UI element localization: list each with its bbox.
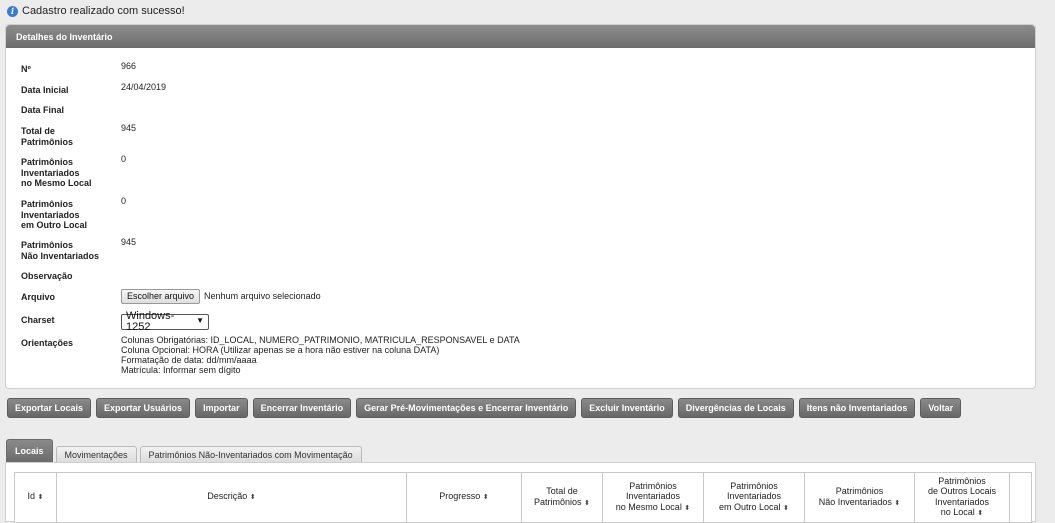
- action-toolbar: Exportar Locais Exportar Usuários Import…: [7, 398, 962, 418]
- column-header-id[interactable]: Id ⬍: [14, 472, 57, 523]
- panel-title: Detalhes do Inventário: [6, 25, 1035, 48]
- excluir-inventario-button[interactable]: Excluir Inventário: [581, 398, 673, 418]
- itens-nao-inventariados-button[interactable]: Itens não Inventariados: [798, 398, 916, 418]
- numero-label: Nº: [21, 64, 31, 74]
- sort-icon: ⬍: [684, 504, 691, 512]
- tab-movimentacoes[interactable]: Movimentações: [55, 446, 137, 462]
- sort-icon: ⬍: [894, 499, 901, 507]
- orientacoes-label: Orientações: [21, 338, 74, 348]
- orientacoes-line: Colunas Obrigatórias: ID_LOCAL, NUMERO_P…: [121, 335, 520, 345]
- column-header-mesmo-local[interactable]: Patrimônios Inventariados no Mesmo Local…: [602, 472, 704, 523]
- nao-inventariados-value: 945: [121, 237, 137, 247]
- mesmo-local-label: Patrimônios Inventariados no Mesmo Local: [21, 157, 92, 188]
- sort-icon: ⬍: [584, 499, 590, 507]
- choose-file-button[interactable]: Escolher arquivo: [121, 289, 201, 304]
- encerrar-inventario-button[interactable]: Encerrar Inventário: [252, 398, 352, 418]
- charset-field: Windows-1252 ▼: [121, 310, 209, 333]
- numero-value: 966: [121, 61, 137, 71]
- success-text: Cadastro realizado com sucesso!: [22, 5, 185, 17]
- sort-icon: ⬍: [249, 494, 256, 502]
- sort-icon: ⬍: [37, 494, 44, 502]
- charset-label: Charset: [21, 315, 55, 325]
- data-inicial-value: 24/04/2019: [121, 82, 167, 92]
- sort-icon: ⬍: [977, 510, 984, 517]
- data-final-label: Data Final: [21, 105, 65, 115]
- total-value: 945: [121, 123, 137, 133]
- export-locais-button[interactable]: Exportar Locais: [7, 398, 92, 418]
- file-input: Escolher arquivo Nenhum arquivo selecion…: [121, 289, 321, 304]
- locais-table: Id ⬍ Descrição ⬍ Progresso ⬍ Total de Pa…: [14, 472, 1032, 523]
- tab-patrimonios-nao-inventariados[interactable]: Patrimônios Não-Inventariados com Movime…: [139, 446, 362, 462]
- column-header-extra: [1009, 472, 1032, 523]
- locais-tab-panel: Id ⬍ Descrição ⬍ Progresso ⬍ Total de Pa…: [5, 462, 1036, 523]
- orientacoes-text: Colunas Obrigatórias: ID_LOCAL, NUMERO_P…: [121, 335, 520, 375]
- observacao-label: Observação: [21, 271, 73, 281]
- orientacoes-line: Coluna Opcional: HORA (Utilizar apenas s…: [121, 345, 440, 355]
- data-inicial-label: Data Inicial: [21, 85, 69, 95]
- column-header-progresso[interactable]: Progresso ⬍: [406, 472, 522, 523]
- dropdown-arrow-icon: ▼: [196, 316, 204, 326]
- sort-icon: ⬍: [783, 504, 789, 512]
- file-status: Nenhum arquivo selecionado: [204, 291, 321, 301]
- orientacoes-line: Formatação de data: dd/mm/aaaa: [121, 355, 257, 365]
- column-header-outro-local[interactable]: Patrimônios Inventariados em Outro Local…: [703, 472, 805, 523]
- arquivo-label: Arquivo: [21, 292, 56, 302]
- column-header-nao-inventariados[interactable]: Patrimônios Não Inventariados ⬍: [804, 472, 915, 523]
- info-icon: i: [7, 5, 18, 17]
- inventory-details-panel: Detalhes do Inventário Nº 966 Data Inici…: [5, 24, 1036, 389]
- divergencias-locais-button[interactable]: Divergências de Locais: [677, 398, 794, 418]
- nao-inventariados-label: Patrimônios Não Inventariados: [21, 240, 100, 261]
- column-header-outros-locais[interactable]: Patrimônios de Outros Locais Inventariad…: [914, 472, 1010, 523]
- mesmo-local-value: 0: [121, 154, 127, 164]
- gerar-pre-movimentacoes-button[interactable]: Gerar Pré-Movimentações e Encerrar Inven…: [356, 398, 577, 418]
- charset-selected: Windows-1252: [126, 310, 175, 333]
- success-message: i Cadastro realizado com sucesso!: [7, 4, 185, 18]
- tab-locais[interactable]: Locais: [6, 439, 53, 462]
- table-header-row: Id ⬍ Descrição ⬍ Progresso ⬍ Total de Pa…: [14, 472, 1032, 523]
- export-usuarios-button[interactable]: Exportar Usuários: [96, 398, 191, 418]
- importar-button[interactable]: Importar: [195, 398, 248, 418]
- outro-local-label: Patrimônios Inventariados em Outro Local: [21, 199, 88, 230]
- orientacoes-line: Matrícula: Informar sem dígito: [121, 365, 241, 375]
- column-header-total[interactable]: Total de Patrimônios ⬍: [521, 472, 603, 523]
- sort-icon: ⬍: [482, 494, 489, 502]
- charset-select[interactable]: Windows-1252 ▼: [121, 310, 209, 333]
- outro-local-value: 0: [121, 196, 127, 206]
- total-label: Total de Patrimônios: [21, 126, 74, 147]
- tab-bar: Locais Movimentações Patrimônios Não-Inv…: [6, 439, 362, 462]
- voltar-button[interactable]: Voltar: [920, 398, 962, 418]
- column-header-descricao[interactable]: Descrição ⬍: [56, 472, 407, 523]
